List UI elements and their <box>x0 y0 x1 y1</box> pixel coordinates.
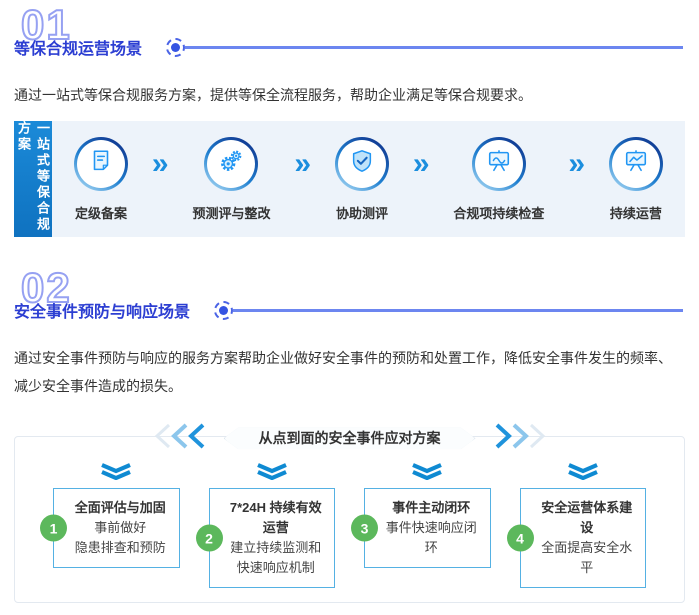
flow-step-label: 协助测评 <box>335 205 388 221</box>
flow-step-evaluation: 协助测评 <box>334 136 389 222</box>
section-description: 通过一站式等保合规服务方案，提供等保全流程服务，帮助企业满足等保合规要求。 <box>14 87 532 103</box>
step-number-badge: 3 <box>351 514 378 542</box>
flow-step-operation: 持续运营 <box>608 136 663 222</box>
deco-ring-icon <box>166 37 186 57</box>
flow-step-label: 定级备案 <box>74 205 127 221</box>
deco-dot-icon <box>171 42 181 52</box>
document-icon <box>88 148 114 179</box>
step-number-badge: 2 <box>195 524 223 552</box>
plan-header-badge: 从点到面的安全事件应对方案 <box>223 427 476 450</box>
plan-card-title: 事件主动闭环 <box>392 499 471 515</box>
flow-step-label: 持续运营 <box>609 205 662 221</box>
plan-card-line: 全面提高安全水平 <box>541 540 633 576</box>
plan-card-line: 隐患排查和预防 <box>74 540 166 556</box>
incident-plan-box: 从点到面的安全事件应对方案 1 全面评估与加固 事前做好 隐患排查和预防 2 7… <box>14 423 685 604</box>
chevron-right-icon: » <box>412 147 430 181</box>
plan-item-assess: 1 全面评估与加固 事前做好 隐患排查和预防 <box>40 462 180 589</box>
plan-columns: 1 全面评估与加固 事前做好 隐患排查和预防 2 7*24H 持续有效运营 建立… <box>40 462 646 589</box>
plan-card-title: 全面评估与加固 <box>74 499 166 515</box>
chevron-right-icon: » <box>568 147 586 181</box>
chevrons-right-icon <box>490 423 548 454</box>
double-chevron-down-icon <box>254 462 290 485</box>
plan-card-title: 安全运营体系建设 <box>541 499 633 536</box>
deco-line <box>185 45 683 49</box>
double-chevron-down-icon <box>98 462 134 485</box>
step-number-badge: 1 <box>40 514 67 542</box>
heading-decoration <box>166 37 683 57</box>
section-compliance: 01 等保合规运营场景 通过一站式等保合规服务方案，提供等保全流程服务，帮助企业… <box>14 3 685 238</box>
plan-card-line: 事前做好 <box>94 520 147 536</box>
flow-steps: 定级备案 » 预测评与整改 » 协助测评 » 合规项持续检查 » 持续运营 <box>52 121 685 238</box>
heading-decoration <box>214 300 683 320</box>
section-incident: 02 安全事件预防与响应场景 通过安全事件预防与响应的服务方案帮助企业做好安全事… <box>14 266 685 604</box>
plan-item-closure: 3 事件主动闭环 事件快速响应闭环 <box>351 462 491 589</box>
double-chevron-down-icon <box>565 462 601 485</box>
flow-step-filing: 定级备案 <box>74 136 128 222</box>
chart-board-line-icon <box>623 148 649 179</box>
flow-step-assess: 预测评与整改 <box>192 136 271 222</box>
deco-dot-icon <box>219 305 229 315</box>
section-title: 等保合规运营场景 <box>14 41 143 58</box>
deco-ring-icon <box>214 300 234 320</box>
section-header: 安全事件预防与响应场景 <box>14 298 685 322</box>
flow-step-label: 合规项持续检查 <box>453 205 545 221</box>
deco-line <box>233 308 683 312</box>
plan-header: 从点到面的安全事件应对方案 <box>15 423 684 454</box>
plan-item-operation: 2 7*24H 持续有效运营 建立持续监测和 快速响应机制 <box>195 462 335 589</box>
chevron-right-icon: » <box>294 147 312 181</box>
plan-header-title: 从点到面的安全事件应对方案 <box>224 427 475 450</box>
step-number-badge: 4 <box>506 524 534 552</box>
shield-check-icon <box>349 148 375 179</box>
plan-card: 3 事件主动闭环 事件快速响应闭环 <box>351 487 491 569</box>
chevron-right-icon: » <box>151 147 169 181</box>
section-description: 通过安全事件预防与响应的服务方案帮助企业做好安全事件的预防和处置工作，降低安全事… <box>14 350 672 394</box>
flow-step-label: 预测评与整改 <box>192 205 271 221</box>
plan-item-system: 4 安全运营体系建设 全面提高安全水平 <box>506 462 646 589</box>
flow-step-compliance-check: 合规项持续检查 <box>453 136 545 222</box>
plan-card: 2 7*24H 持续有效运营 建立持续监测和 快速响应机制 <box>195 487 335 589</box>
plan-card-line: 事件快速响应闭环 <box>385 520 477 556</box>
chevrons-left-icon <box>152 423 210 454</box>
section-title: 安全事件预防与响应场景 <box>14 304 191 322</box>
plan-card: 4 安全运营体系建设 全面提高安全水平 <box>506 487 646 589</box>
plan-card-line: 快速响应机制 <box>236 560 315 576</box>
compliance-flow: 一站式等保合规方案 定级备案 » 预测评与整改 » 协助测评 » 合规项持续检查… <box>14 121 685 238</box>
flow-side-label: 一站式等保合规方案 <box>14 121 52 238</box>
plan-card-title: 7*24H 持续有效运营 <box>229 499 322 536</box>
double-chevron-down-icon <box>409 462 445 485</box>
gears-icon <box>218 148 244 179</box>
section-header: 等保合规运营场景 <box>14 35 685 59</box>
plan-card-line: 建立持续监测和 <box>230 540 322 556</box>
chart-board-wave-icon <box>486 148 512 179</box>
plan-card: 1 全面评估与加固 事前做好 隐患排查和预防 <box>40 487 180 569</box>
